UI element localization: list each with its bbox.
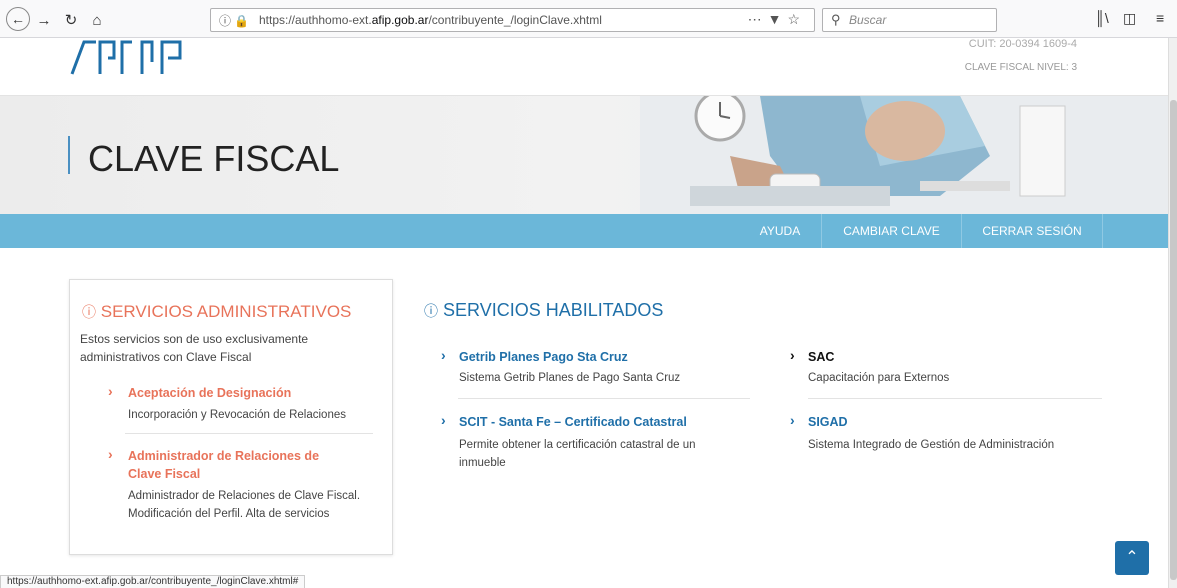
nav-cerrar-sesion[interactable]: CERRAR SESIÓN [961,214,1103,248]
main-nav: AYUDA CAMBIAR CLAVE CERRAR SESIÓN [0,214,1168,248]
service-description: Capacitación para Externos [808,372,950,384]
url-text: https://authhomo-ext.afip.gob.ar/contrib… [259,13,602,27]
admin-service-item[interactable]: › Administrador de Relaciones de Clave F… [108,446,378,523]
enabled-service-item[interactable]: › Getrib Planes Pago Sta Cruz Sistema Ge… [441,347,761,387]
bookmark-star-icon[interactable]: ☆ [787,11,806,27]
circle-chevron-icon: ⓘ [424,303,438,319]
service-link[interactable]: Getrib Planes Pago Sta Cruz [459,348,761,366]
address-bar[interactable]: ⓘ 🔒 https://authhomo-ext.afip.gob.ar/con… [210,8,815,32]
status-url: https://authhomo-ext.afip.gob.ar/contrib… [0,575,306,588]
service-link[interactable]: SCIT - Santa Fe – Certificado Catastral [459,413,741,431]
scroll-to-top-button[interactable]: ⌃ [1115,541,1149,575]
service-link[interactable]: Administrador de Relaciones de Clave Fis… [128,447,338,483]
search-placeholder: Buscar [849,13,887,27]
service-description: Sistema Integrado de Gestión de Administ… [808,439,1055,451]
admin-services-title: ⓘ SERVICIOS ADMINISTRATIVOS [82,302,351,322]
admin-service-item[interactable]: › Aceptación de Designación Incorporació… [108,383,378,424]
search-icon: ⚲ [831,12,841,27]
title-accent-bar [68,136,70,174]
reload-icon[interactable]: ↻ [60,9,82,31]
service-description: Administrador de Relaciones de Clave Fis… [128,490,361,520]
service-description: Permite obtener la certificación catastr… [459,439,696,469]
circle-chevron-icon: ⓘ [82,304,96,320]
divider [458,398,750,399]
nav-cambiar-clave[interactable]: CAMBIAR CLAVE [821,214,961,248]
page-actions[interactable]: ⋯▼☆ [748,11,806,28]
library-icon[interactable]: ║\ [1095,10,1109,26]
chevron-right-icon: › [108,446,113,462]
user-info: CLAVE FISCAL NIVEL: 3 [965,60,1077,76]
menu-icon[interactable]: ≡ [1156,10,1164,26]
page-scrollbar[interactable] [1168,38,1177,588]
admin-title-text: SERVICIOS ADMINISTRATIVOS [100,302,352,321]
search-input[interactable]: ⚲ Buscar [822,8,997,32]
service-link[interactable]: SIGAD [808,413,1110,431]
service-link[interactable]: SAC [808,348,1110,366]
enabled-service-item[interactable]: › SCIT - Santa Fe – Certificado Catastra… [441,412,741,472]
admin-description: Estos servicios son de uso exclusivament… [80,332,309,364]
chevron-right-icon: › [441,412,446,428]
back-arrow-icon[interactable]: ← [6,7,30,31]
page-title: CLAVE FISCAL [88,138,340,179]
enabled-service-item[interactable]: › SAC Capacitación para Externos [790,347,1110,387]
sidebar-icon[interactable]: ◫ [1123,10,1136,27]
chevron-up-icon: ⌃ [1125,549,1139,566]
chevron-right-icon: › [108,383,113,399]
chevron-right-icon: › [441,347,446,363]
home-icon[interactable]: ⌂ [86,9,108,31]
service-link[interactable]: Aceptación de Designación [128,384,378,402]
cuit-label: CUIT: 20-0394 1609-4 [968,38,1077,50]
admin-services-panel: ⓘ SERVICIOS ADMINISTRATIVOS Estos servic… [69,279,393,555]
scrollbar-thumb[interactable] [1170,100,1177,580]
nav-ayuda[interactable]: AYUDA [739,214,821,248]
service-description: Sistema Getrib Planes de Pago Santa Cruz [459,372,681,384]
hero-banner: CLAVE FISCAL [0,96,1168,214]
lock-icon: 🔒 [234,14,250,28]
chevron-right-icon: › [790,412,795,428]
afip-logo[interactable] [70,38,220,76]
info-icon[interactable]: ⓘ 🔒 [219,12,249,29]
pocket-icon[interactable]: ▼ [768,11,788,27]
forward-arrow-icon[interactable]: → [33,9,55,31]
clave-nivel: CLAVE FISCAL NIVEL: 3 [964,62,1077,73]
enabled-service-item[interactable]: › SIGAD Sistema Integrado de Gestión de … [790,412,1110,454]
divider [125,433,373,434]
browser-toolbar: ← → ↻ ⌂ ⓘ 🔒 https://authhomo-ext.afip.go… [0,0,1177,38]
chevron-right-icon: › [790,347,795,363]
enabled-title-text: SERVICIOS HABILITADOS [443,300,664,320]
enabled-services-title: ⓘ SERVICIOS HABILITADOS [424,300,663,321]
service-description: Incorporación y Revocación de Relaciones [128,409,346,421]
divider [808,398,1102,399]
